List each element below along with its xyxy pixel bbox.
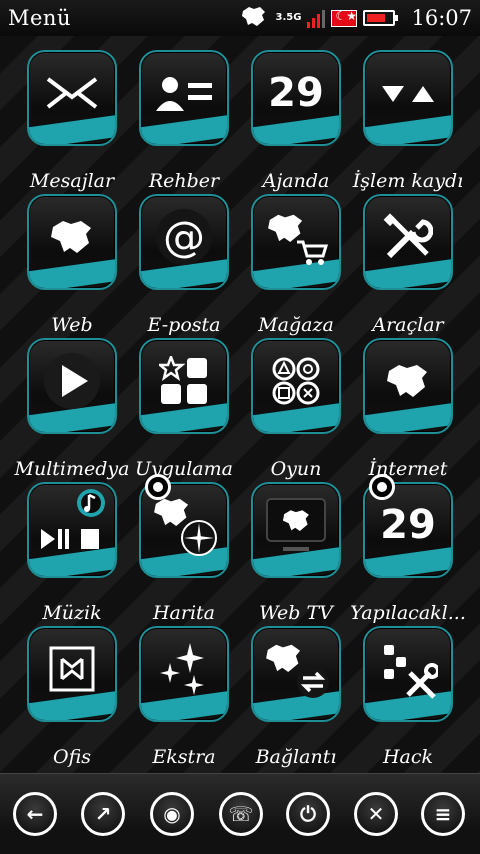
phone-button[interactable]: ☏ (219, 792, 263, 836)
menu-button[interactable]: ≡ (421, 792, 465, 836)
bottom-dock: ← ↗ ◉ ☏ ⏻ ✕ ≡ (0, 773, 480, 854)
power-icon: ⏻ (300, 802, 316, 826)
app-tile-4[interactable] (363, 50, 453, 150)
app-label: Uygulama (135, 458, 233, 480)
signal-icon (307, 8, 326, 28)
app-tile-3[interactable]: 29 (251, 50, 341, 150)
menu-icon: ≡ (434, 802, 452, 826)
envelope-icon (27, 50, 117, 136)
at-sign-icon: @ (139, 194, 229, 280)
app-label: Ajanda (262, 170, 330, 192)
calendar-icon: 29 (251, 50, 341, 136)
app-tile-13[interactable] (27, 482, 117, 582)
office-frame-icon (27, 626, 117, 712)
app-tile-17[interactable] (27, 626, 117, 726)
app-tile-9[interactable] (27, 338, 117, 438)
store-cart-icon (251, 194, 341, 280)
app-label: Bağlantı (255, 746, 337, 768)
notification-ring-icon (369, 474, 395, 500)
app-tile-19[interactable] (251, 626, 341, 726)
apps-grid-icon (139, 338, 229, 424)
app-label: Mağaza (258, 314, 334, 336)
app-tile-18[interactable] (139, 626, 229, 726)
apps-tools-icon (363, 626, 453, 712)
connectivity-icon (251, 626, 341, 712)
external-button[interactable]: ↗ (81, 792, 125, 836)
app-label: E-posta (147, 314, 221, 336)
battery-icon (363, 10, 399, 26)
status-time: 16:07 (411, 6, 472, 30)
globe-button[interactable]: ◉ (150, 792, 194, 836)
tools-icon (363, 194, 453, 280)
calendar-day: 29 (380, 502, 436, 548)
app-label: Rehber (148, 170, 220, 192)
map-logo-icon (242, 7, 265, 26)
app-tile-6[interactable]: @ (139, 194, 229, 294)
app-tile-15[interactable] (251, 482, 341, 582)
tv-icon (251, 482, 341, 568)
app-label: Ofis (53, 746, 91, 768)
app-label: İnternet (368, 458, 448, 480)
app-label: Harita (152, 602, 216, 624)
language-flag-icon (331, 9, 358, 27)
game-buttons-icon (251, 338, 341, 424)
svg-text:@: @ (163, 212, 205, 261)
calendar-day: 29 (268, 70, 324, 116)
app-label: Müzik (42, 602, 102, 624)
phone-icon: ☏ (228, 802, 254, 826)
app-tile-2[interactable] (139, 50, 229, 150)
power-button[interactable]: ⏻ (286, 792, 330, 836)
globe-icon: ◉ (163, 802, 181, 826)
back-icon: ← (26, 802, 44, 826)
app-label: İşlem kaydı (352, 170, 464, 192)
app-label: Oyun (270, 458, 322, 480)
app-tile-5[interactable] (27, 194, 117, 294)
music-player-icon (27, 482, 117, 568)
app-label: Hack (382, 746, 434, 768)
app-label: Web TV (259, 602, 333, 624)
notification-ring-icon (145, 474, 171, 500)
play-icon (27, 338, 117, 424)
status-title: Menü (8, 6, 71, 30)
network-type: 3.5G (275, 12, 302, 23)
app-tile-20[interactable] (363, 626, 453, 726)
app-tile-1[interactable] (27, 50, 117, 150)
sparkle-icon (139, 626, 229, 712)
status-bar: Menü 3.5G 16:07 (0, 0, 480, 36)
app-tile-7[interactable] (251, 194, 341, 294)
app-tile-10[interactable] (139, 338, 229, 438)
app-tile-8[interactable] (363, 194, 453, 294)
app-label: Araçlar (372, 314, 444, 336)
close-button[interactable]: ✕ (354, 792, 398, 836)
app-label: Multimedya (14, 458, 130, 480)
log-arrows-icon (363, 50, 453, 136)
app-label: Mesajlar (29, 170, 115, 192)
external-icon: ↗ (94, 802, 112, 826)
app-label: Web (51, 314, 93, 336)
app-label: Ekstra (152, 746, 216, 768)
app-tile-12[interactable] (363, 338, 453, 438)
contact-card-icon (139, 50, 229, 136)
close-icon: ✕ (367, 802, 385, 826)
world-map-icon (363, 338, 453, 424)
app-tile-11[interactable] (251, 338, 341, 438)
back-button[interactable]: ← (13, 792, 57, 836)
app-label: Yapılacakl... (350, 602, 466, 624)
world-map-icon (27, 194, 117, 280)
